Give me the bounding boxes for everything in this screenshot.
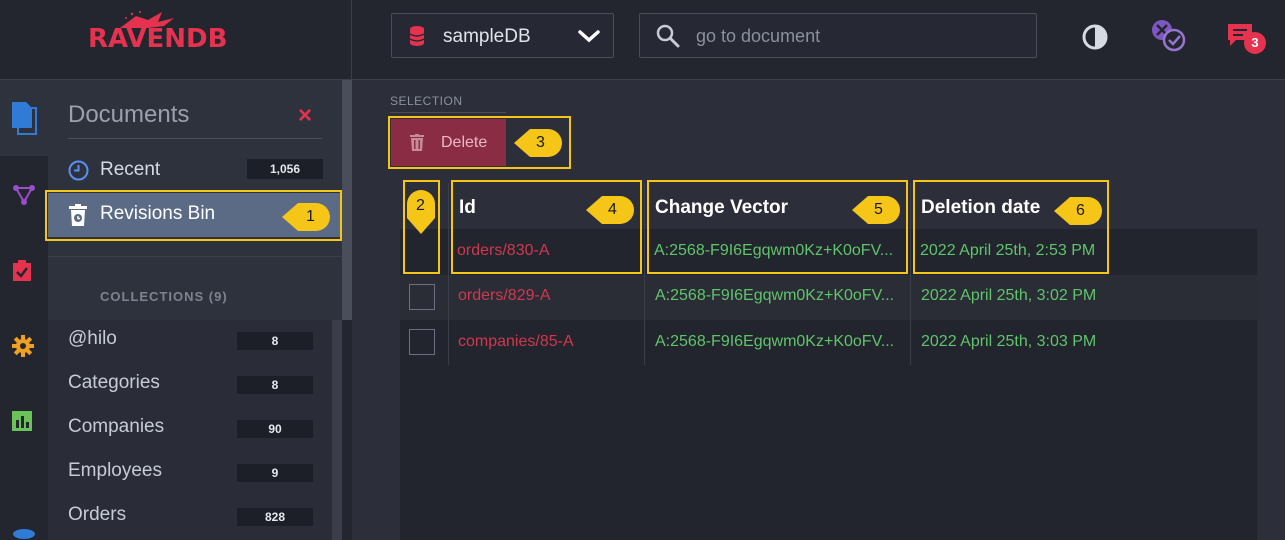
top-bar: RAVENDB sampleDB 3 (0, 0, 1285, 80)
revisions-bin-icon (69, 204, 87, 226)
database-icon (410, 26, 424, 46)
nav-item-label: Recent (100, 159, 161, 180)
deletion-date: 2022 April 25th, 2:53 PM (920, 242, 1096, 259)
document-id-link[interactable]: orders/829-A (458, 287, 551, 305)
collection-label: @hilo (68, 328, 117, 349)
grid-header (400, 183, 1257, 230)
search-box (639, 13, 1037, 58)
collection-count: 90 (237, 420, 313, 438)
column-header-id[interactable]: Id (459, 197, 476, 219)
selection-divider (390, 112, 506, 113)
database-name: sampleDB (443, 26, 531, 47)
collection-item[interactable]: Companies 90 (48, 408, 332, 452)
collection-item[interactable]: @hilo 8 (48, 320, 332, 364)
logo-area: RAVENDB (0, 0, 352, 80)
delete-button-label: Delete (441, 134, 488, 151)
deletion-date: 2022 April 25th, 3:02 PM (921, 287, 1097, 304)
theme-contrast-icon[interactable] (1081, 23, 1109, 51)
search-icon (656, 24, 680, 48)
chevron-down-icon (578, 30, 600, 43)
collection-item[interactable]: Orders 828 (48, 496, 332, 540)
collection-label: Orders (68, 504, 127, 525)
column-divider (644, 183, 645, 365)
selection-label: SELECTION (390, 94, 463, 108)
collections-scrollbar[interactable] (332, 320, 342, 540)
collection-count: 828 (237, 508, 313, 526)
database-selector[interactable]: sampleDB (391, 13, 614, 58)
documents-icon[interactable] (12, 102, 38, 136)
collection-label: Categories (68, 372, 160, 393)
collection-item[interactable]: Categories 8 (48, 364, 332, 408)
logo-text[interactable]: RAVENDB (88, 24, 227, 54)
collection-label: Employees (68, 460, 162, 481)
databases-icon[interactable] (12, 528, 36, 540)
cluster-status-icon[interactable] (1150, 18, 1188, 54)
column-header-deletion-date[interactable]: Deletion date (921, 197, 1040, 219)
clock-icon (68, 160, 89, 181)
recent-count-badge: 1,056 (247, 159, 323, 179)
documents-panel-title: Documents (68, 101, 190, 128)
tasks-icon[interactable] (12, 260, 34, 282)
collection-count: 8 (237, 332, 313, 350)
column-divider (448, 183, 449, 365)
nav-item-recent[interactable]: Recent 1,056 (48, 149, 342, 193)
row-checkbox[interactable] (409, 329, 435, 355)
settings-gear-icon[interactable] (12, 335, 34, 357)
nav-item-label: Revisions Bin (100, 203, 216, 224)
trash-icon (410, 134, 424, 151)
delete-button[interactable]: Delete (391, 119, 506, 166)
documents-panel-scrollbar[interactable] (342, 80, 352, 540)
title-divider (68, 138, 322, 139)
deletion-date: 2022 April 25th, 3:03 PM (921, 333, 1097, 350)
column-header-change-vector[interactable]: Change Vector (655, 197, 788, 219)
change-vector: A:2568-F9I6Egqwm0Kz+K0oFV... (655, 287, 895, 304)
column-divider (910, 183, 911, 365)
panel-divider (48, 256, 342, 257)
stats-chart-icon[interactable] (12, 411, 32, 431)
change-vector: A:2568-F9I6Egqwm0Kz+K0oFV... (654, 242, 894, 259)
close-icon[interactable]: × (298, 104, 312, 128)
collection-item[interactable]: Employees 9 (48, 452, 332, 496)
document-id-link[interactable]: companies/85-A (458, 333, 574, 351)
indexes-icon[interactable] (12, 184, 36, 206)
collections-title: COLLECTIONS (9) (100, 289, 228, 304)
grid-scroll-area (1257, 183, 1285, 540)
row-checkbox[interactable] (409, 284, 435, 310)
document-id-link[interactable]: orders/830-A (457, 242, 550, 260)
scrollbar-thumb[interactable] (342, 80, 352, 320)
collection-count: 8 (237, 376, 313, 394)
collection-label: Companies (68, 416, 165, 437)
change-vector: A:2568-F9I6Egqwm0Kz+K0oFV... (655, 333, 895, 350)
main-menu-rail (0, 80, 48, 540)
search-input[interactable] (696, 22, 1016, 50)
nav-item-revisions-bin[interactable]: Revisions Bin (48, 193, 342, 237)
collection-count: 9 (237, 464, 313, 482)
notifications-badge: 3 (1244, 32, 1266, 54)
